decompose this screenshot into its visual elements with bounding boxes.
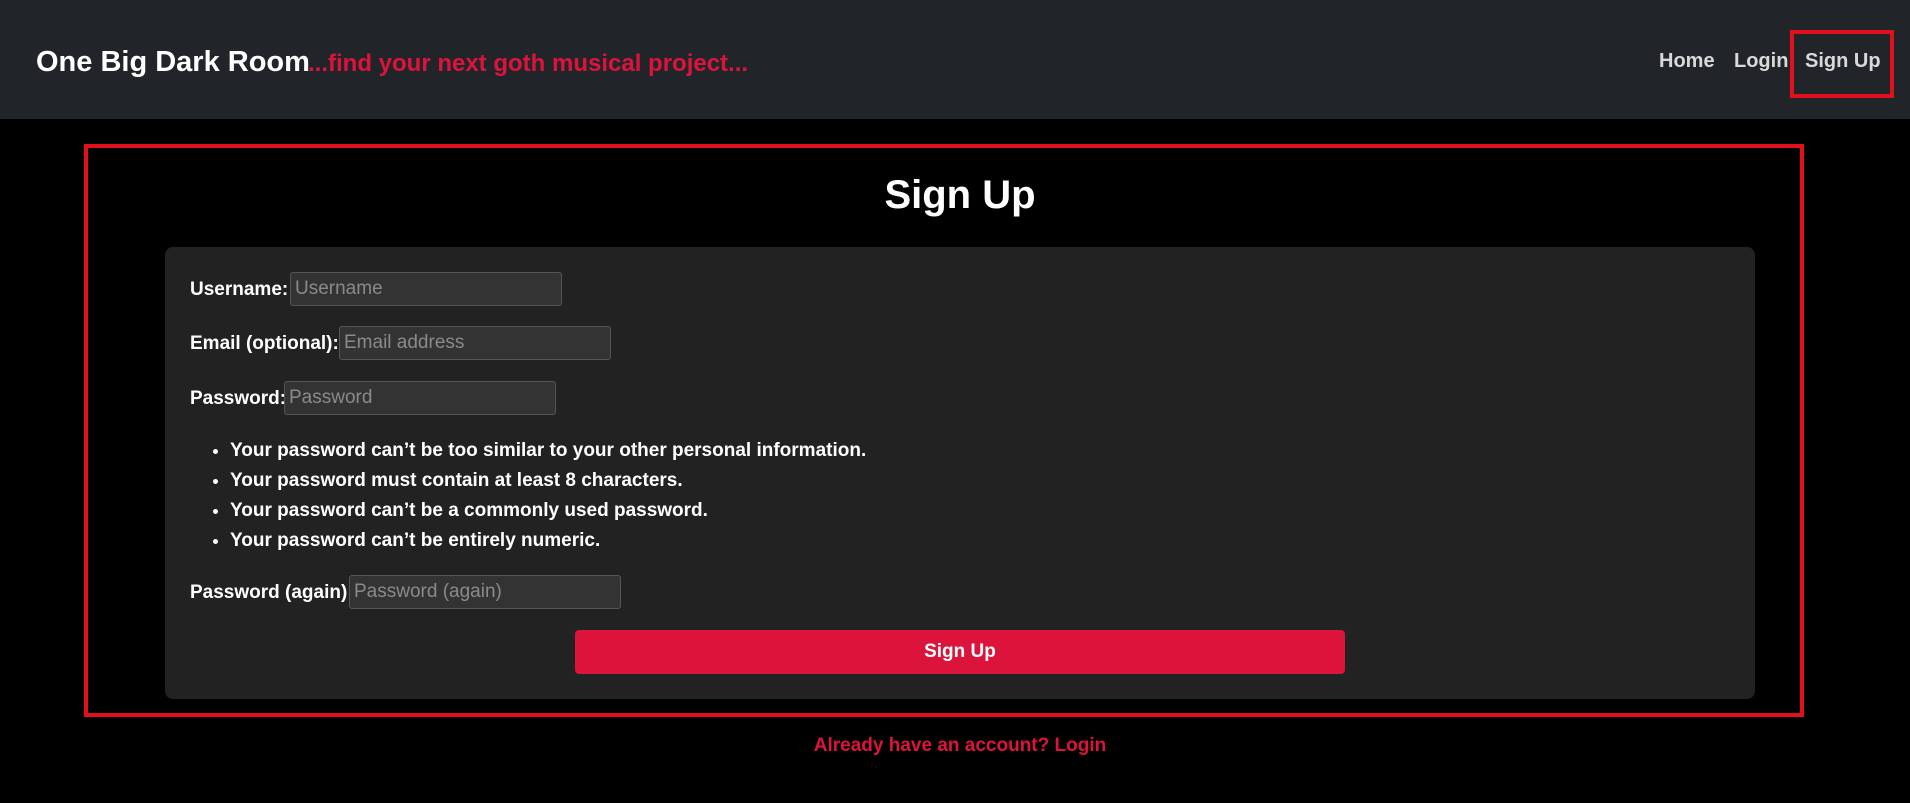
site-brand[interactable]: One Big Dark Room [36,44,310,80]
password-again-input[interactable] [349,575,621,609]
password-help-item: Your password can’t be a commonly used p… [230,496,866,526]
username-input[interactable] [290,272,562,306]
nav-login-link[interactable]: Login [1734,48,1788,74]
password-help-list: Your password can’t be too similar to yo… [196,436,866,556]
navbar: One Big Dark Room ...find your next goth… [0,0,1910,119]
login-link[interactable]: Already have an account? Login [0,733,1910,759]
password-label: Password: [190,388,287,409]
signup-submit-button[interactable]: Sign Up [575,630,1345,674]
email-label: Email (optional): [190,333,339,354]
nav-home-link[interactable]: Home [1659,48,1715,74]
password-help-item: Your password must contain at least 8 ch… [230,466,866,496]
username-label: Username: [190,279,289,300]
email-input[interactable] [339,326,611,360]
password-help-item: Your password can’t be entirely numeric. [230,526,866,556]
site-tagline: ...find your next goth musical project..… [308,50,749,77]
password-input[interactable] [284,381,556,415]
nav-signup-link[interactable]: Sign Up [1805,48,1881,74]
password-help-item: Your password can’t be too similar to yo… [230,436,866,466]
password-again-label: Password (again): [190,582,354,603]
page-title: Sign Up [884,173,1036,217]
